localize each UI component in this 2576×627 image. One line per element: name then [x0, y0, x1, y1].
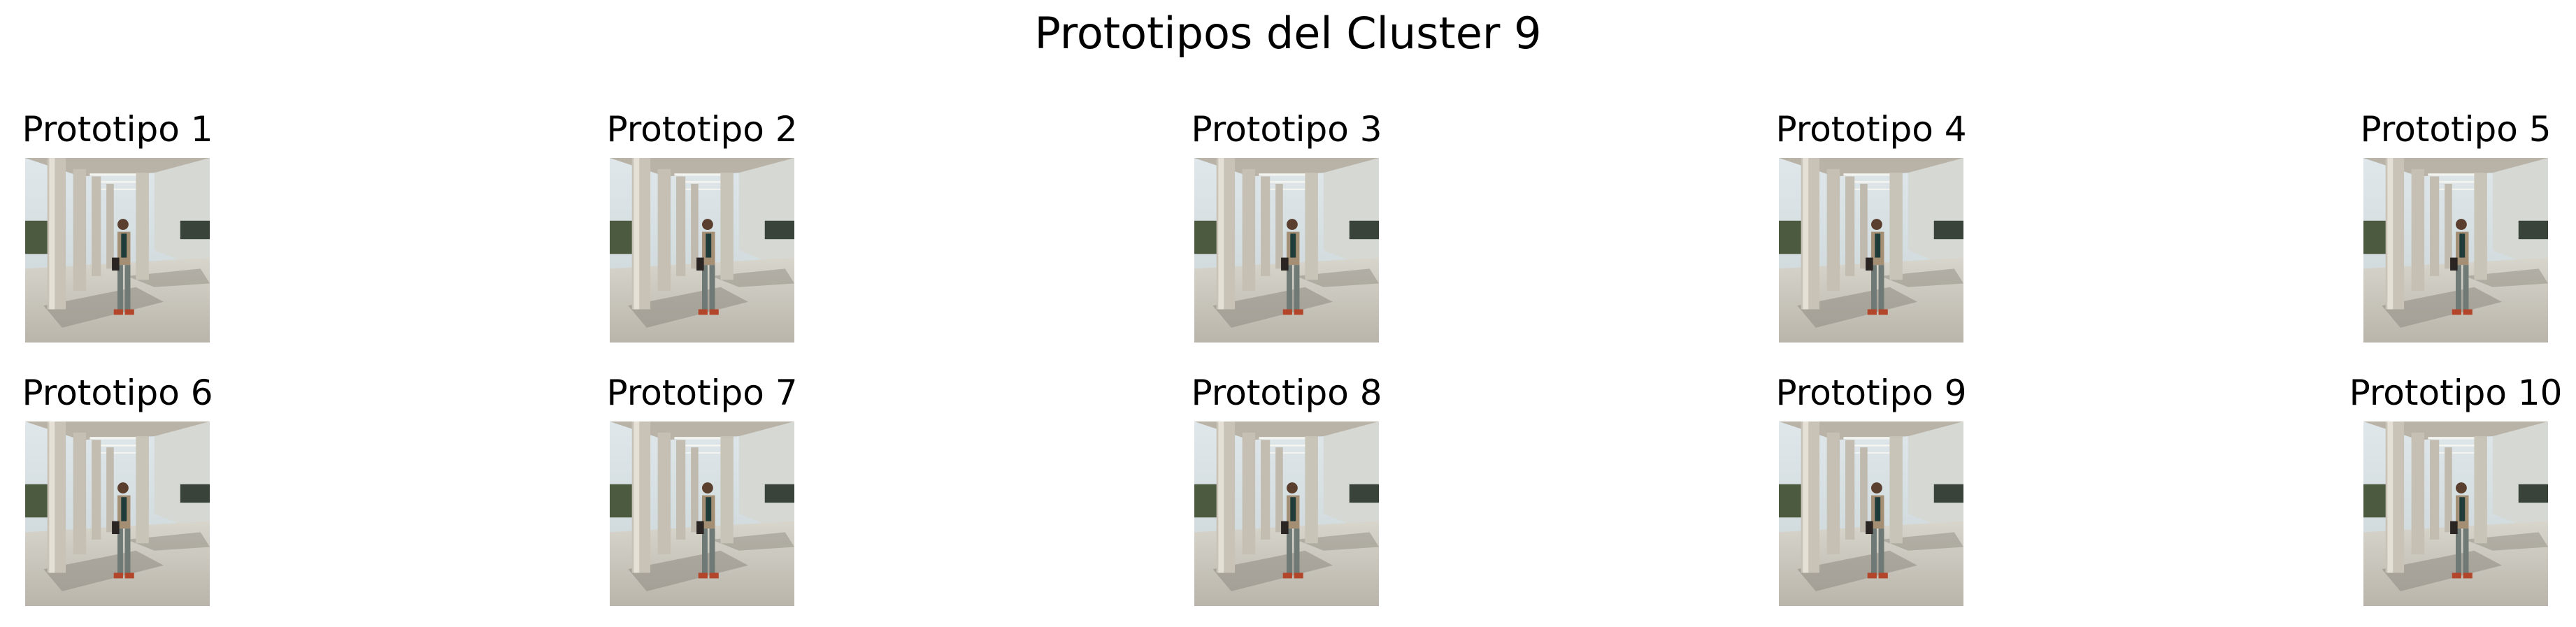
- prototype-title: Prototipo 4: [1775, 109, 1967, 150]
- prototype-title: Prototipo 8: [1191, 373, 1382, 413]
- prototype-title: Prototipo 9: [1775, 373, 1967, 413]
- prototype-title: Prototipo 10: [2349, 373, 2563, 413]
- prototype-image: [610, 158, 794, 343]
- prototype-title: Prototipo 3: [1191, 109, 1382, 150]
- prototype-image: [1194, 421, 1379, 606]
- prototype-image: [2363, 158, 2548, 343]
- prototype-title: Prototipo 7: [606, 373, 798, 413]
- figure-title: Prototipos del Cluster 9: [1034, 8, 1542, 59]
- prototype-title: Prototipo 2: [606, 109, 798, 150]
- prototype-image: [610, 421, 794, 606]
- prototype-image: [2363, 421, 2548, 606]
- prototype-image: [1194, 158, 1379, 343]
- prototype-image: [1779, 158, 1963, 343]
- prototype-image: [25, 158, 210, 343]
- prototype-title: Prototipo 5: [2360, 109, 2552, 150]
- prototype-title: Prototipo 6: [22, 373, 213, 413]
- prototype-image: [1779, 421, 1963, 606]
- prototype-title: Prototipo 1: [22, 109, 213, 150]
- prototype-image: [25, 421, 210, 606]
